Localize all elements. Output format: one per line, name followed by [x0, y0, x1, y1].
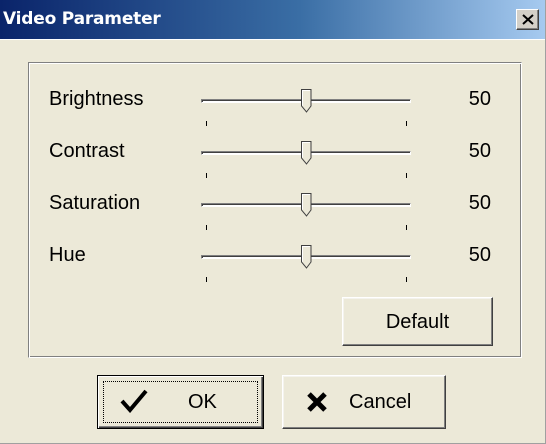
cancel-button-label: Cancel [349, 391, 412, 413]
hue-label: Hue [49, 244, 86, 266]
brightness-value: 50 [468, 88, 491, 110]
contrast-slider[interactable] [199, 139, 413, 179]
contrast-value: 50 [468, 140, 491, 162]
saturation-slider[interactable] [199, 191, 413, 231]
slider-tick-max [406, 225, 407, 230]
brightness-slider[interactable] [199, 87, 413, 127]
saturation-row: Saturation 50 [29, 181, 523, 237]
slider-tick-max [406, 277, 407, 282]
brightness-label: Brightness [49, 88, 144, 110]
ok-button-label: OK [188, 391, 217, 413]
slider-thumb[interactable] [300, 193, 312, 217]
default-button[interactable]: Default [342, 297, 493, 346]
x-icon [307, 392, 327, 412]
ok-button[interactable]: OK [97, 375, 264, 429]
title-bar[interactable]: Video Parameter [0, 0, 545, 40]
slider-tick-min [206, 173, 207, 178]
window-title: Video Parameter [3, 9, 161, 29]
slider-thumb[interactable] [300, 141, 312, 165]
cancel-button[interactable]: Cancel [282, 375, 446, 429]
slider-tick-min [206, 277, 207, 282]
slider-thumb[interactable] [300, 89, 312, 113]
contrast-label: Contrast [49, 140, 125, 162]
slider-tick-max [406, 173, 407, 178]
slider-tick-min [206, 121, 207, 126]
slider-tick-min [206, 225, 207, 230]
saturation-label: Saturation [49, 192, 141, 214]
hue-row: Hue 50 [29, 233, 523, 289]
hue-slider[interactable] [199, 243, 413, 283]
brightness-row: Brightness 50 [29, 77, 523, 133]
contrast-row: Contrast 50 [29, 129, 523, 185]
checkmark-icon [120, 389, 148, 413]
close-icon [522, 14, 534, 25]
saturation-value: 50 [468, 192, 491, 214]
slider-tick-max [406, 121, 407, 126]
video-parameter-dialog: Video Parameter Brightness 50 Contrast 5… [0, 0, 546, 444]
hue-value: 50 [468, 244, 491, 266]
close-button[interactable] [516, 9, 539, 30]
default-button-label: Default [385, 311, 450, 333]
slider-thumb[interactable] [300, 245, 312, 269]
